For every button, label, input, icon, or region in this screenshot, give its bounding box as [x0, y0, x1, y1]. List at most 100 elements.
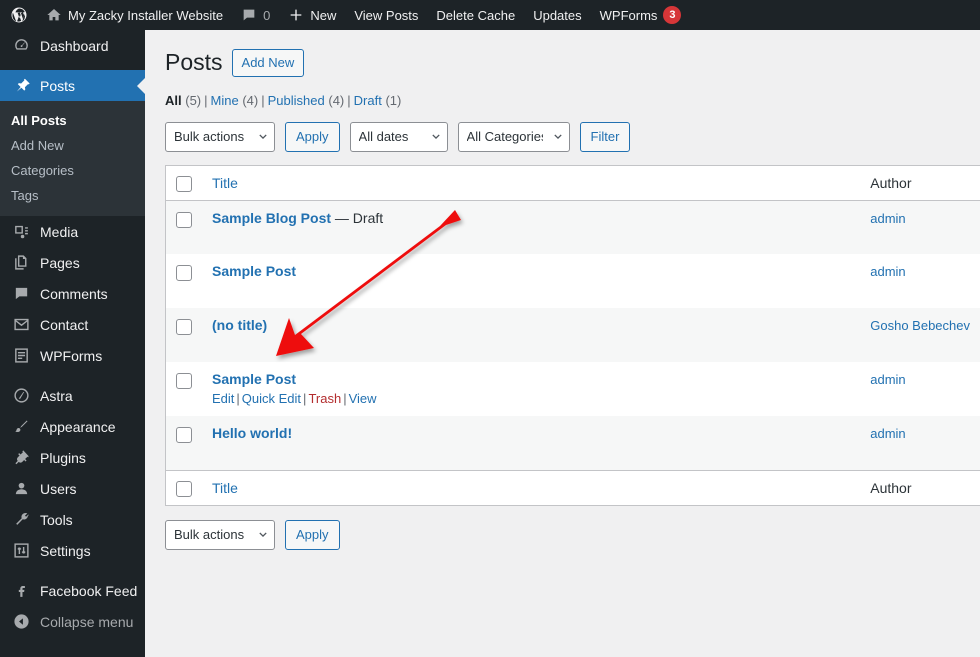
admin-bar: My Zacky Installer Website 0 New View Po…: [0, 0, 980, 30]
sort-by-title-link-top[interactable]: Title: [212, 175, 238, 191]
table-nav-bottom: Bulk actions Apply: [165, 519, 980, 550]
table-row[interactable]: Sample Blog Post — Draft admin: [165, 200, 980, 255]
wpforms-menu[interactable]: WPForms 3: [591, 0, 691, 30]
post-author-link[interactable]: admin: [870, 372, 905, 387]
filter-item-published: Published (4) |: [268, 93, 354, 108]
post-title-link[interactable]: Sample Blog Post: [212, 210, 331, 226]
site-name-menu[interactable]: My Zacky Installer Website: [37, 0, 232, 30]
updates-menu[interactable]: Updates: [524, 0, 590, 30]
select-all-header: [165, 165, 202, 201]
apply-button-bottom[interactable]: Apply: [285, 519, 340, 550]
comments-menu[interactable]: 0: [232, 0, 279, 30]
date-filter-select[interactable]: All dates: [349, 121, 448, 152]
table-row-hovered[interactable]: Sample Post Edit | Quick Edit | Trash | View a…: [166, 362, 980, 416]
table-row[interactable]: Hello world! admin: [165, 416, 980, 471]
table-row[interactable]: (no title) Gosho Bebechev: [165, 308, 980, 363]
sidebar-item-contact[interactable]: Contact: [0, 309, 145, 340]
categories-select-wrap: All Categories: [457, 121, 570, 152]
sidebar-item-posts[interactable]: Posts: [0, 70, 145, 101]
sidebar-item-users[interactable]: Users: [0, 473, 145, 504]
bulk-actions-select-bottom[interactable]: Bulk actions: [165, 519, 275, 550]
row-checkbox[interactable]: [176, 265, 192, 282]
post-author-link[interactable]: admin: [870, 211, 905, 226]
row-checkbox[interactable]: [176, 211, 192, 228]
filter-count-published: (4): [328, 92, 345, 108]
post-title-link[interactable]: Sample Post: [212, 371, 296, 387]
post-title-link[interactable]: Sample Post: [212, 263, 296, 279]
trash-link[interactable]: Trash: [308, 391, 341, 406]
collapse-menu-label: Collapse menu: [40, 613, 134, 630]
sidebar-item-appearance[interactable]: Appearance: [0, 411, 145, 442]
column-header-author: Author: [860, 165, 980, 201]
facebook-icon: [11, 581, 31, 601]
quick-edit-link[interactable]: Quick Edit: [242, 391, 301, 406]
sidebar-item-pages[interactable]: Pages: [0, 247, 145, 278]
post-title-link[interactable]: Hello world!: [212, 425, 292, 441]
action-separator: |: [236, 391, 240, 407]
bulk-actions-select-top[interactable]: Bulk actions: [165, 121, 275, 152]
sidebar-item-wpforms[interactable]: WPForms: [0, 340, 145, 371]
apply-button-top[interactable]: Apply: [285, 121, 340, 152]
wordpress-logo-menu[interactable]: [0, 0, 37, 30]
post-title-link[interactable]: (no title): [212, 317, 267, 333]
dashboard-icon: [11, 36, 31, 56]
sidebar-item-facebook-feed[interactable]: Facebook Feed: [0, 575, 145, 606]
submenu-item-add-new[interactable]: Add New: [0, 133, 145, 158]
sidebar-item-label: Facebook Feed: [40, 582, 138, 599]
view-link[interactable]: View: [349, 391, 377, 406]
post-author-link[interactable]: admin: [870, 264, 905, 279]
row-actions: Edit | Quick Edit | Trash | View: [212, 391, 850, 406]
row-author-cell: admin: [860, 200, 980, 254]
category-filter-select[interactable]: All Categories: [457, 121, 570, 152]
sidebar-item-astra[interactable]: Astra: [0, 380, 145, 411]
comments-count: 0: [263, 7, 271, 23]
view-posts-menu[interactable]: View Posts: [345, 0, 427, 30]
sidebar-item-plugins[interactable]: Plugins: [0, 442, 145, 473]
sidebar-item-tools[interactable]: Tools: [0, 504, 145, 535]
row-checkbox[interactable]: [176, 373, 192, 390]
filter-separator: |: [347, 92, 351, 108]
row-select-cell: [166, 200, 203, 254]
sidebar-item-settings[interactable]: Settings: [0, 535, 145, 566]
row-checkbox[interactable]: [176, 427, 192, 444]
submenu-item-all-posts[interactable]: All Posts: [0, 108, 145, 133]
select-all-checkbox-top[interactable]: [176, 175, 192, 192]
sidebar-item-comments[interactable]: Comments: [0, 278, 145, 309]
comment-bubble-icon: [11, 284, 31, 304]
sidebar-item-dashboard[interactable]: Dashboard: [0, 30, 145, 61]
filter-button[interactable]: Filter: [579, 121, 631, 152]
sidebar-item-media[interactable]: Media: [0, 216, 145, 247]
new-content-menu[interactable]: New: [279, 0, 345, 30]
filter-link-draft[interactable]: Draft: [354, 93, 382, 108]
edit-link[interactable]: Edit: [212, 391, 234, 406]
new-label: New: [310, 7, 337, 23]
filter-link-mine[interactable]: Mine: [211, 93, 239, 108]
sidebar-item-label: Tools: [40, 511, 73, 528]
post-status-state: — Draft: [334, 209, 384, 226]
sidebar-item-label: Settings: [40, 542, 91, 559]
table-header-row: Title Author: [165, 165, 980, 201]
wpforms-label: WPForms: [599, 7, 658, 23]
dates-select-wrap: All dates: [349, 121, 448, 152]
table-row[interactable]: Sample Post admin: [166, 254, 980, 308]
filter-link-published[interactable]: Published: [268, 93, 325, 108]
bulk-actions-select-wrap: Bulk actions: [165, 121, 275, 152]
filter-link-all[interactable]: All: [165, 93, 182, 108]
add-new-post-button[interactable]: Add New: [231, 48, 305, 77]
select-all-checkbox-bottom[interactable]: [176, 480, 192, 497]
posts-submenu: All Posts Add New Categories Tags: [0, 101, 145, 216]
collapse-menu-button[interactable]: Collapse menu: [0, 606, 145, 637]
filter-item-draft: Draft (1): [354, 93, 402, 108]
filter-count-all: (5): [185, 92, 202, 108]
envelope-icon: [11, 315, 31, 335]
delete-cache-menu[interactable]: Delete Cache: [427, 0, 524, 30]
post-author-link[interactable]: admin: [870, 426, 905, 441]
row-title-cell: Sample Post Edit | Quick Edit | Trash | View: [202, 362, 860, 416]
submenu-item-categories[interactable]: Categories: [0, 158, 145, 183]
sort-by-title-link-bottom[interactable]: Title: [212, 480, 238, 496]
submenu-item-tags[interactable]: Tags: [0, 183, 145, 208]
post-author-link[interactable]: Gosho Bebechev: [870, 318, 970, 333]
wordpress-logo-icon: [10, 6, 28, 24]
filter-count-draft: (1): [385, 92, 402, 108]
row-checkbox[interactable]: [176, 319, 192, 336]
